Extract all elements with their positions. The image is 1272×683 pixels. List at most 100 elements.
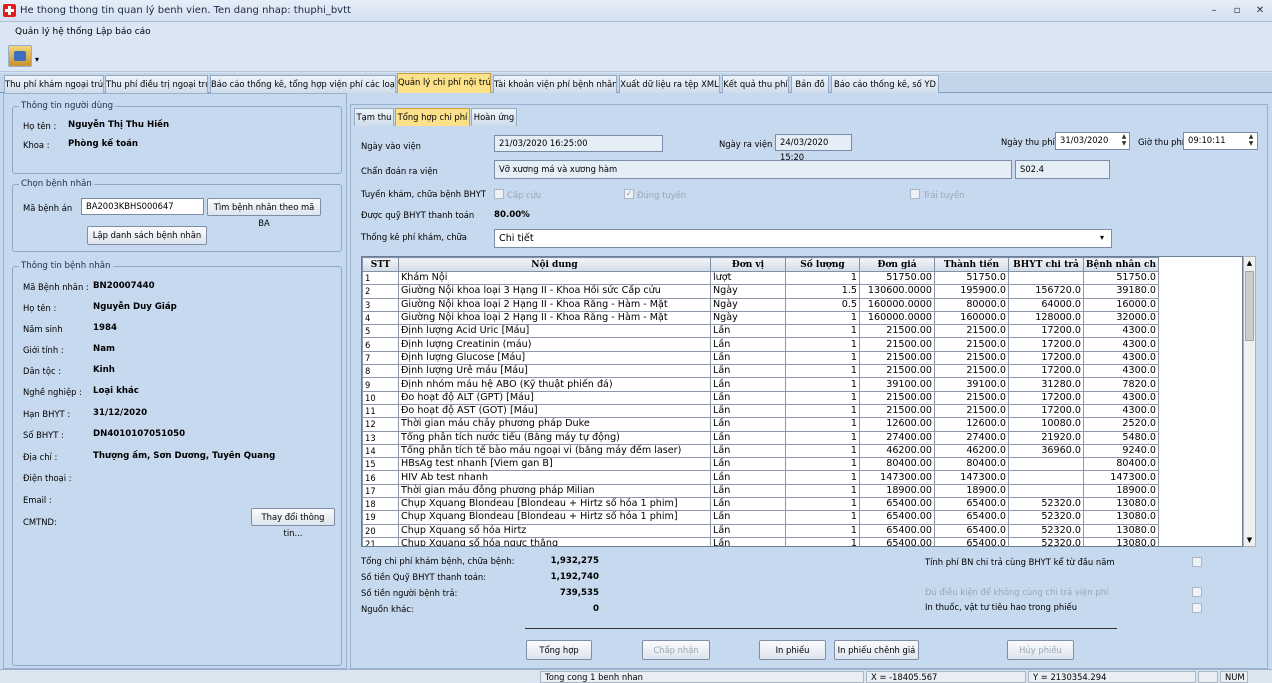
col-patient-pays[interactable]: Bệnh nhân ch: [1083, 257, 1159, 272]
table-cell: 31280.0: [1008, 377, 1084, 392]
col-amount[interactable]: Thành tiền: [934, 257, 1009, 272]
table-cell: 6: [362, 337, 399, 352]
stat-label: Thống kê phí khám, chữa: [361, 232, 467, 242]
table-cell: Lần: [710, 497, 786, 512]
table-row[interactable]: 21 Chụp Xquang số hóa ngực thẳng Lần 1 65400…: [362, 536, 1159, 546]
table-cell: Lần: [710, 523, 786, 538]
tab-fee-results[interactable]: Kết quả thu phí: [722, 75, 789, 93]
table-row[interactable]: 6 Định lượng Creatinin (máu) Lần 1 21500.00 2…: [362, 337, 1159, 352]
menu-reports[interactable]: Lập báo cáo: [96, 27, 151, 37]
table-row[interactable]: 12 Thời gian máu chảy phương pháp Duke Lần…: [362, 417, 1159, 432]
tab-yd-reports[interactable]: Báo cáo thống kê, số YD: [831, 75, 939, 93]
insurance-paid-value: 1,192,740: [550, 572, 599, 582]
tab-map[interactable]: Bản đồ: [791, 75, 829, 93]
patient-info-title: Thông tin bệnh nhân: [19, 261, 113, 271]
table-cell: Giường Nội khoa loại 3 Hạng II - Khoa Hồ…: [398, 284, 711, 299]
col-unit[interactable]: Đơn vị: [710, 257, 786, 272]
table-row[interactable]: 18 Chụp Xquang Blondeau [Blondeau + Hirtz…: [362, 497, 1159, 512]
table-row[interactable]: 7 Định lượng Glucose [Máu] Lần 1 21500.00 215…: [362, 350, 1159, 366]
table-cell: Lần: [710, 324, 786, 339]
scroll-up-icon[interactable]: ▲: [1244, 257, 1255, 269]
table-cell: Định nhóm máu hệ ABO (Kỹ thuật phiến đá): [398, 377, 711, 392]
record-input[interactable]: BA2003KBHS000647: [81, 198, 204, 215]
table-row[interactable]: 15 HBsAg test nhanh [Viem gan B] Lần 1 80400…: [362, 457, 1159, 472]
scroll-down-icon[interactable]: ▼: [1244, 534, 1255, 546]
table-row[interactable]: 11 Đo hoạt độ AST (GOT) [Máu] Lần 1 21500.00…: [362, 403, 1159, 419]
print-button[interactable]: In phiếu: [759, 640, 826, 660]
option-exempt-checkbox[interactable]: [1192, 587, 1202, 597]
route-emergency-checkbox[interactable]: [494, 189, 504, 199]
tab-advance[interactable]: Tạm thu: [354, 108, 394, 126]
pay-date-spin-icon[interactable]: ▲ ▼: [1119, 133, 1129, 147]
accept-button[interactable]: Chấp nhận: [642, 640, 710, 660]
col-content[interactable]: Nội dung: [398, 257, 711, 272]
table-row[interactable]: 13 Tổng phân tích nước tiểu (Bằng máy tự …: [362, 430, 1159, 445]
option-year-checkbox[interactable]: [1192, 557, 1202, 567]
table-row[interactable]: 1 Khám Nội lượt 1 51750.00 51750.0 51750.0: [362, 270, 1159, 286]
table-cell: 51750.00: [859, 270, 935, 286]
tab-patient-accounts[interactable]: Tài khoản viện phí bệnh nhân: [493, 75, 617, 93]
tab-fee-reports[interactable]: Báo cáo thống kê, tổng hợp viện phí các …: [210, 75, 396, 93]
col-unit-price[interactable]: Đơn giá: [859, 257, 935, 272]
table-cell: Lần: [710, 377, 786, 392]
print-diff-button[interactable]: In phiếu chênh giá: [834, 640, 919, 660]
table-row[interactable]: 10 Đo hoạt độ ALT (GPT) [Máu] Lần 1 21500.00…: [362, 390, 1159, 405]
summarize-button[interactable]: Tổng hợp: [526, 640, 592, 660]
patient-list-button[interactable]: Lập danh sách bệnh nhân: [87, 226, 207, 245]
table-row[interactable]: 16 HIV Ab test nhanh Lần 1 147300.00 147300.0…: [362, 470, 1159, 485]
table-row[interactable]: 17 Thời gian máu đông phương pháp Milian L…: [362, 483, 1159, 499]
table-row[interactable]: 5 Định lượng Acid Uric [Máu] Lần 1 21500.00 2…: [362, 324, 1159, 339]
tab-export-xml[interactable]: Xuất dữ liệu ra tệp XML: [619, 75, 720, 93]
table-cell: Lần: [710, 350, 786, 366]
col-stt[interactable]: STT: [362, 257, 399, 272]
find-patient-button[interactable]: Tìm bệnh nhân theo mã BA: [207, 198, 321, 228]
close-button[interactable]: ✕: [1249, 3, 1271, 18]
chevron-down-icon[interactable]: ▾: [1100, 233, 1104, 242]
tab-outpatient-treatment-fee[interactable]: Thu phí điều trị ngoại trú: [105, 75, 208, 93]
table-row[interactable]: 14 Tổng phân tích tế bào máu ngoại vi (bằ…: [362, 443, 1159, 459]
select-patient-group: Chọn bệnh nhân Mã bệnh án BA2003KBHS0006…: [12, 179, 342, 252]
patient-paid-value: 739,535: [559, 588, 599, 598]
table-cell: 16000.0: [1083, 297, 1159, 312]
tab-cost-summary[interactable]: Tổng hợp chi phí: [395, 108, 470, 126]
pay-time-spin-icon[interactable]: ▲ ▼: [1246, 133, 1256, 147]
route-correct-checkbox[interactable]: ✓: [624, 189, 634, 199]
toolbar-tool-icon[interactable]: [8, 45, 32, 67]
stat-select[interactable]: Chi tiết: [494, 229, 1112, 248]
option-print-meds-checkbox[interactable]: [1192, 603, 1202, 613]
table-cell: 5480.0: [1083, 430, 1159, 445]
change-info-button[interactable]: Thay đổi thông tin...: [251, 508, 335, 538]
table-row[interactable]: 4 Giường Nội khoa loại 2 Hạng II - Khoa R…: [362, 310, 1159, 326]
cancel-receipt-button[interactable]: Hủy phiếu: [1007, 640, 1074, 660]
menu-system[interactable]: Quản lý hệ thống: [15, 27, 93, 37]
table-cell: Lần: [710, 390, 786, 405]
table-cell: 1: [785, 377, 860, 392]
table-cell: Lần: [710, 403, 786, 419]
table-cell: 27400.0: [934, 430, 1009, 445]
table-cell: 128000.0: [1008, 310, 1084, 326]
col-quantity[interactable]: Số lượng: [785, 257, 860, 272]
birth-year-label: Năm sinh: [23, 324, 63, 334]
table-cell: 160000.0000: [859, 297, 935, 312]
table-row[interactable]: 20 Chụp Xquang số hóa Hirtz Lần 1 65400.00 65…: [362, 523, 1159, 538]
tab-inpatient-costs[interactable]: Quản lý chi phí nội trú: [397, 73, 491, 94]
table-cell: 1: [785, 350, 860, 366]
tab-outpatient-exam-fee[interactable]: Thu phí khám ngoại trú: [4, 75, 104, 93]
table-cell: 21500.0: [934, 364, 1009, 379]
toolbar-dropdown-icon[interactable]: ▾: [35, 55, 39, 64]
route-wrong-checkbox[interactable]: [910, 189, 920, 199]
scroll-thumb[interactable]: [1245, 271, 1254, 341]
col-insurance-pays[interactable]: BHYT chi trả: [1008, 257, 1084, 272]
pay-time-value: 09:10:11: [1188, 135, 1226, 145]
tab-refund[interactable]: Hoàn ứng: [471, 108, 517, 126]
table-cell: 21500.00: [859, 390, 935, 405]
table-row[interactable]: 9 Định nhóm máu hệ ABO (Kỹ thuật phiến đá…: [362, 377, 1159, 392]
table-scrollbar[interactable]: ▲ ▼: [1243, 256, 1256, 547]
minimize-button[interactable]: –: [1203, 3, 1225, 18]
table-row[interactable]: 19 Chụp Xquang Blondeau [Blondeau + Hirtz…: [362, 510, 1159, 525]
table-row[interactable]: 2 Giường Nội khoa loại 3 Hạng II - Khoa H…: [362, 284, 1159, 299]
restore-button[interactable]: ▫: [1226, 3, 1248, 18]
table-row[interactable]: 3 Giường Nội khoa loại 2 Hạng II - Khoa R…: [362, 297, 1159, 312]
table-row[interactable]: 8 Định lượng Urê máu [Máu] Lần 1 21500.00 215…: [362, 364, 1159, 379]
table-cell: 5: [362, 324, 399, 339]
